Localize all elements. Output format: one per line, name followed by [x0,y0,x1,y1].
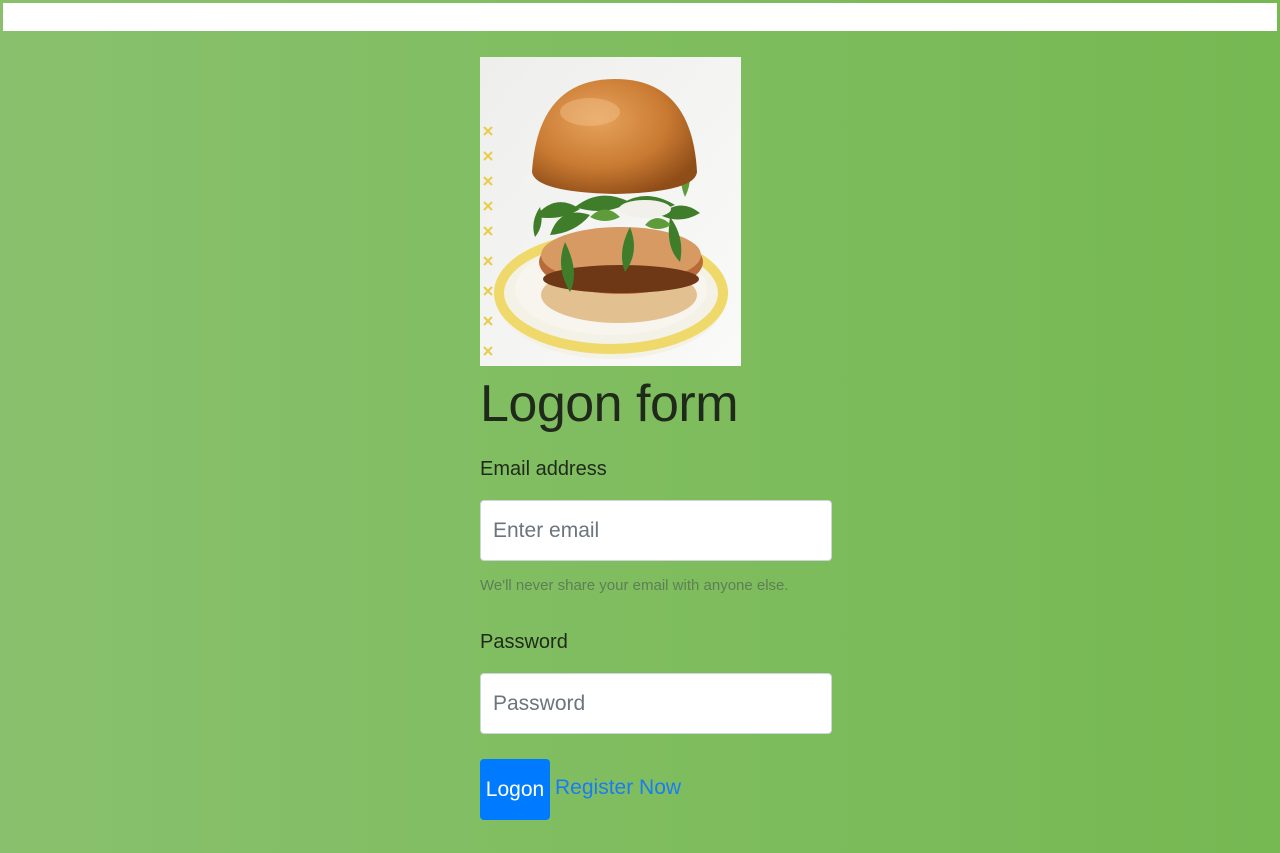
register-now-link[interactable]: Register Now [555,776,681,800]
form-actions: Logon Register Now [480,759,832,820]
password-label: Password [480,631,568,653]
page-title: Logon form [480,375,739,433]
logon-button[interactable]: Logon [480,759,550,820]
email-label: Email address [480,458,607,480]
password-field[interactable] [480,673,832,734]
logon-container: Logon form Email address We'll never sha… [480,57,832,820]
burger-image [480,57,741,366]
email-help-text: We'll never share your email with anyone… [480,577,789,594]
email-field[interactable] [480,500,832,561]
top-bar [3,3,1277,31]
